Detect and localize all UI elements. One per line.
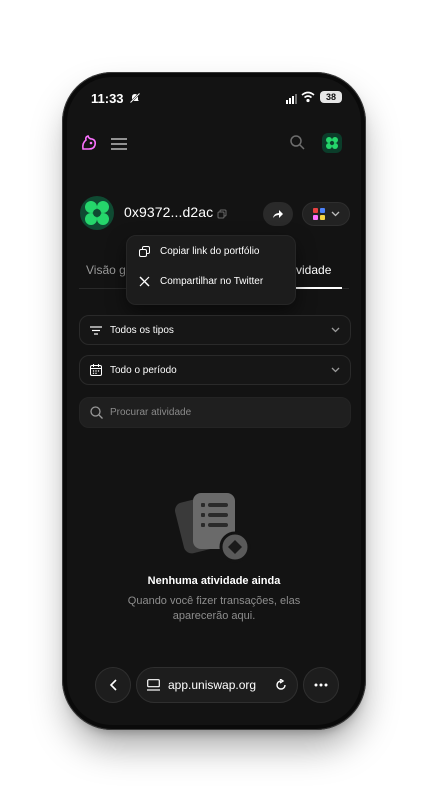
browser-url-text: app.uniswap.org bbox=[168, 678, 257, 692]
wallet-address: 0x9372...d2ac bbox=[124, 204, 214, 220]
copy-link-icon bbox=[139, 246, 150, 257]
empty-state-title: Nenhuma atividade ainda bbox=[147, 575, 281, 587]
filter-type-dropdown[interactable]: Todos os tipos bbox=[79, 315, 351, 345]
signal-icon bbox=[286, 94, 297, 104]
browser-url-bar[interactable]: app.uniswap.org bbox=[136, 667, 298, 703]
empty-state-line-1: Quando você fizer transações, elas bbox=[127, 595, 301, 607]
wifi-icon bbox=[301, 90, 315, 108]
tab-overview[interactable]: Visão g bbox=[86, 263, 126, 277]
battery-icon: 38 bbox=[320, 91, 342, 103]
search-icon bbox=[90, 406, 104, 419]
menu-item-share-twitter[interactable]: Compartilhar no Twitter bbox=[139, 276, 263, 287]
menu-item-label: Compartilhar no Twitter bbox=[160, 276, 264, 287]
filter-period-label: Todo o período bbox=[110, 364, 177, 376]
chevron-down-icon bbox=[331, 211, 339, 217]
chevron-down-icon bbox=[331, 327, 340, 333]
avatar-icon[interactable] bbox=[322, 133, 342, 153]
empty-activity-icon bbox=[173, 487, 257, 572]
phone-frame: 11:33 38 0x9372...d2ac Visão g tividade … bbox=[62, 72, 366, 730]
wallet-app-icon bbox=[312, 208, 325, 220]
calendar-icon bbox=[90, 364, 104, 376]
empty-state-line-2: aparecerão aqui. bbox=[172, 610, 256, 622]
chevron-down-icon bbox=[331, 367, 340, 373]
copy-icon[interactable] bbox=[217, 206, 227, 224]
share-arrow-icon bbox=[273, 210, 283, 218]
share-button[interactable] bbox=[263, 202, 293, 226]
search-placeholder: Procurar atividade bbox=[110, 407, 192, 418]
browser-back-button[interactable] bbox=[95, 667, 131, 703]
uniswap-logo-icon[interactable] bbox=[80, 134, 98, 157]
empty-state-description: Quando você fizer transações, elas apare… bbox=[107, 594, 321, 624]
filter-period-dropdown[interactable]: Todo o período bbox=[79, 355, 351, 385]
share-popup-menu: Copiar link do portfólio Compartilhar no… bbox=[126, 235, 296, 305]
wallet-avatar bbox=[80, 196, 114, 230]
search-icon[interactable] bbox=[289, 134, 305, 155]
tab-active-indicator bbox=[288, 287, 342, 289]
filter-type-label: Todos os tipos bbox=[110, 324, 174, 336]
tab-activity[interactable]: tividade bbox=[290, 263, 331, 277]
more-dots-icon bbox=[314, 683, 328, 687]
reload-icon bbox=[276, 679, 286, 690]
app-screen: 11:33 38 0x9372...d2ac Visão g tividade … bbox=[67, 77, 361, 725]
browser-more-button[interactable] bbox=[303, 667, 339, 703]
site-settings-icon bbox=[147, 679, 160, 691]
chevron-left-icon bbox=[109, 679, 117, 691]
menu-icon[interactable] bbox=[111, 137, 127, 155]
menu-item-copy-link[interactable]: Copiar link do portfólio bbox=[139, 246, 260, 257]
menu-item-label: Copiar link do portfólio bbox=[160, 246, 260, 257]
wallet-connector-button[interactable] bbox=[302, 202, 350, 226]
status-time: 11:33 bbox=[91, 91, 124, 106]
x-twitter-icon bbox=[139, 276, 150, 287]
search-activity-input[interactable]: Procurar atividade bbox=[79, 397, 351, 428]
bell-off-icon bbox=[129, 91, 141, 109]
filter-icon bbox=[90, 325, 104, 335]
